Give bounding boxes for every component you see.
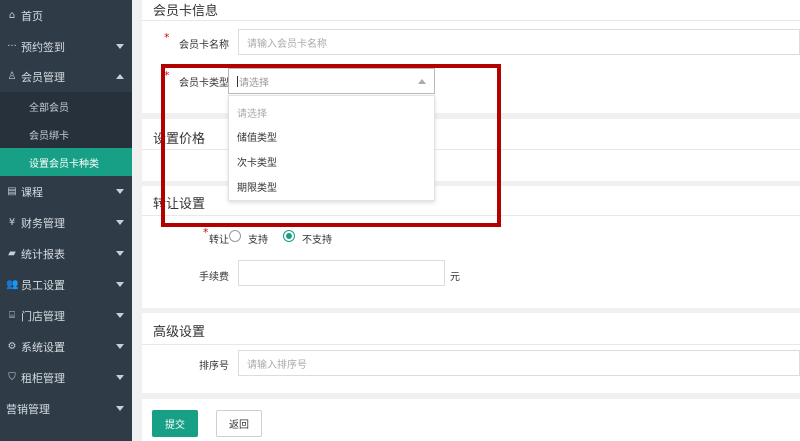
card-name-label: 会员卡名称 (179, 40, 229, 51)
user-icon: ♙ (7, 71, 17, 82)
fee-input[interactable] (238, 260, 445, 286)
sort-input[interactable]: 请输入排序号 (238, 350, 800, 376)
divider (142, 344, 800, 345)
chevron-down-icon (116, 251, 124, 256)
home-icon: ⌂ (8, 10, 16, 21)
dots-icon: ··· (7, 41, 17, 52)
transfer-yes-radio[interactable] (229, 230, 241, 242)
sidebar-item-members[interactable]: ♙ 会员管理 (0, 61, 132, 92)
chevron-up-icon (418, 79, 426, 84)
fee-label: 手续费 (199, 272, 229, 283)
sidebar-item-staff[interactable]: 👥 员工设置 (0, 269, 132, 300)
sidebar-item-booking[interactable]: ··· 预约签到 (0, 31, 132, 62)
sidebar-item-label: 门店管理 (21, 309, 65, 323)
sidebar-subitem-bind-card[interactable]: 会员绑卡 (0, 120, 132, 148)
transfer-yes-label[interactable]: 支持 (248, 231, 268, 246)
submit-button[interactable]: 提交 (152, 410, 198, 437)
yen-icon: ¥ (8, 217, 16, 228)
sidebar-subitem-card-types[interactable]: 设置会员卡种类 (0, 148, 132, 176)
back-button[interactable]: 返回 (216, 410, 262, 437)
divider (142, 215, 800, 216)
chevron-down-icon (116, 344, 124, 349)
section-title-price: 设置价格 (153, 132, 206, 147)
store-icon: ⌸ (9, 310, 15, 321)
sidebar-item-label: 员工设置 (21, 278, 65, 292)
chevron-down-icon (116, 406, 124, 411)
transfer-no-label[interactable]: 不支持 (302, 231, 332, 246)
chevron-down-icon (116, 189, 124, 194)
sidebar-item-label: 系统设置 (21, 340, 65, 354)
section-title-card-info: 会员卡信息 (153, 4, 219, 19)
card-type-dropdown: 请选择 储值类型 次卡类型 期限类型 (228, 95, 435, 201)
chevron-down-icon (116, 220, 124, 225)
sidebar-item-label: 营销管理 (6, 402, 50, 416)
sidebar-item-label: 租柜管理 (21, 371, 65, 385)
sidebar-item-reports[interactable]: ▰ 统计报表 (0, 238, 132, 269)
book-icon: ▤ (7, 186, 17, 197)
actions-panel: 提交 返回 (142, 399, 800, 441)
card-type-option-count[interactable]: 次卡类型 (229, 149, 434, 174)
sort-label: 排序号 (199, 361, 229, 372)
staff-icon: 👥 (6, 279, 19, 290)
advanced-panel: 高级设置 排序号 请输入排序号 (142, 313, 800, 393)
sidebar-subitem-all-members[interactable]: 全部会员 (0, 92, 132, 120)
sidebar-item-label: 课程 (21, 185, 43, 199)
transfer-label: 转让 (209, 235, 229, 246)
transfer-panel: 转让设置 * 转让 支持 不支持 手续费 元 (142, 186, 800, 308)
sidebar-item-system[interactable]: ⚙ 系统设置 (0, 331, 132, 362)
gear-icon: ⚙ (7, 341, 17, 352)
transfer-no-radio[interactable] (283, 230, 295, 242)
sidebar-item-label: 会员管理 (21, 70, 65, 84)
sidebar-item-finance[interactable]: ¥ 财务管理 (0, 207, 132, 238)
card-name-input[interactable]: 请输入会员卡名称 (238, 29, 800, 55)
card-type-select[interactable]: 请选择 (228, 68, 435, 94)
divider (142, 20, 800, 21)
sidebar-item-label: 财务管理 (21, 216, 65, 230)
section-title-advanced: 高级设置 (153, 325, 206, 340)
chevron-down-icon (116, 313, 124, 318)
chevron-up-icon (116, 74, 124, 79)
card-type-option-period[interactable]: 期限类型 (229, 174, 434, 199)
sidebar: ⌂ 首页 ··· 预约签到 ♙ 会员管理 全部会员 会员绑卡 设置会员卡种类 ▤… (0, 0, 132, 441)
chevron-down-icon (116, 282, 124, 287)
text-cursor (237, 75, 238, 87)
chevron-down-icon (116, 44, 124, 49)
sidebar-item-label: 统计报表 (21, 247, 65, 261)
sidebar-item-marketing[interactable]: 营销管理 (0, 393, 132, 424)
members-submenu: 全部会员 会员绑卡 设置会员卡种类 (0, 92, 132, 176)
chart-icon: ▰ (8, 248, 16, 259)
card-type-select-value: 请选择 (239, 77, 269, 89)
card-type-label: 会员卡类型 (179, 78, 229, 89)
sidebar-item-stores[interactable]: ⌸ 门店管理 (0, 300, 132, 331)
fee-unit: 元 (450, 272, 460, 283)
card-type-option-stored-value[interactable]: 储值类型 (229, 124, 434, 149)
sidebar-item-label: 首页 (21, 9, 43, 23)
sidebar-item-label: 预约签到 (21, 40, 65, 54)
sidebar-item-lockers[interactable]: ⛉ 租柜管理 (0, 362, 132, 393)
chevron-down-icon (116, 375, 124, 380)
card-type-option-placeholder[interactable]: 请选择 (229, 100, 434, 125)
locker-icon: ⛉ (8, 372, 16, 383)
section-title-transfer: 转让设置 (153, 197, 206, 212)
main-content: 会员卡信息 * 会员卡名称 请输入会员卡名称 * 会员卡类型 设置价格 转让设置… (132, 0, 800, 441)
sidebar-item-courses[interactable]: ▤ 课程 (0, 176, 132, 207)
sidebar-item-home[interactable]: ⌂ 首页 (0, 0, 132, 31)
